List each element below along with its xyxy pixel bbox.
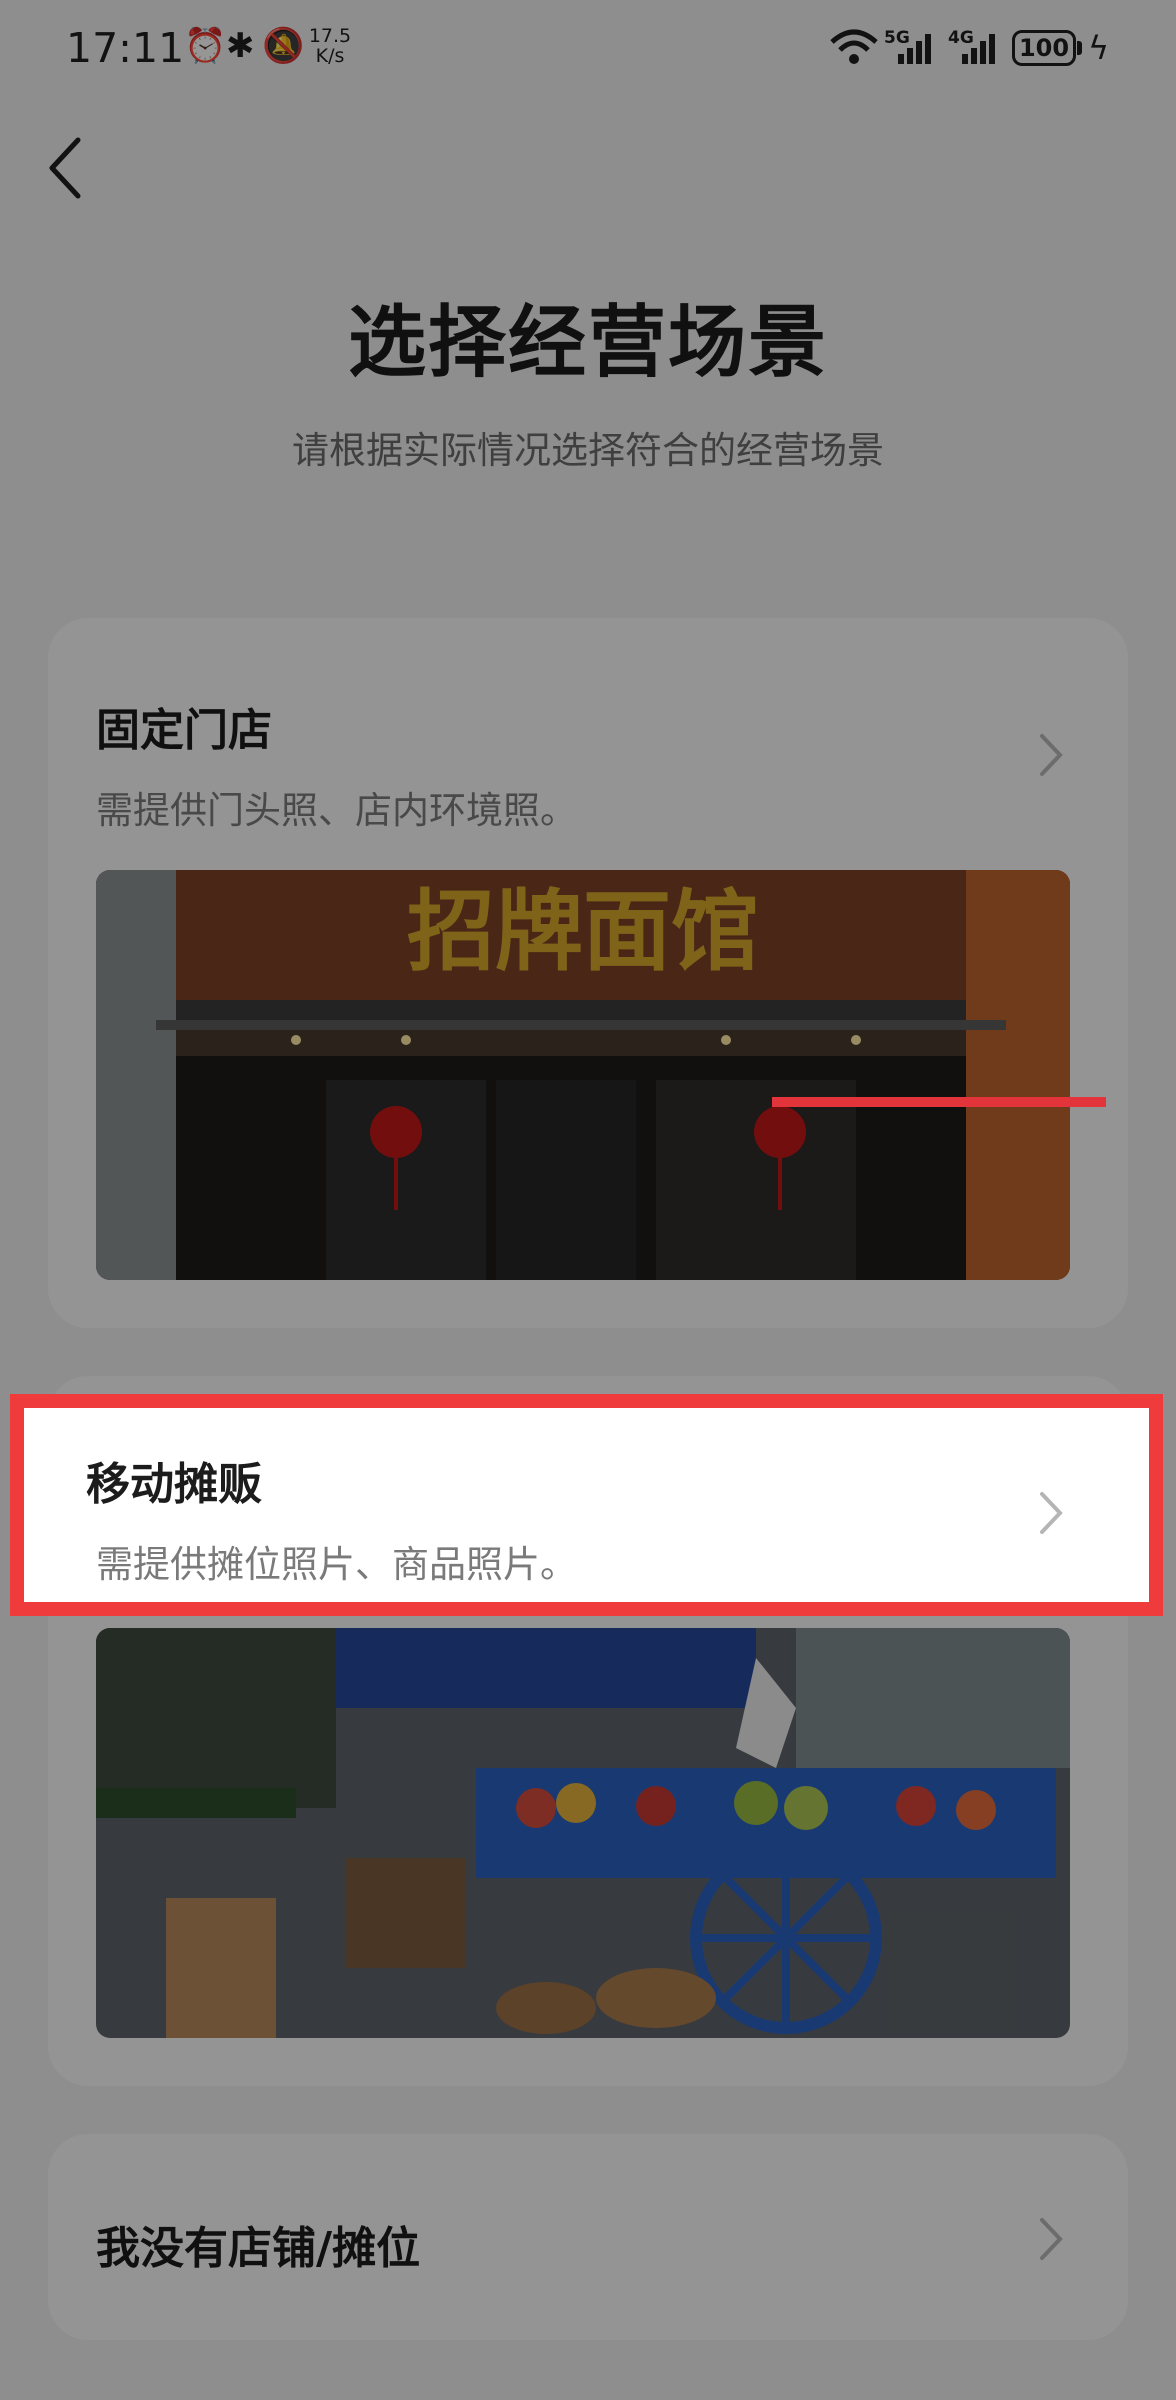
wifi-icon <box>830 29 878 64</box>
option-card-fixed-store[interactable]: 固定门店 需提供门头照、店内环境照。 招牌面馆 <box>48 618 1128 1328</box>
store-sign-text: 招牌面馆 <box>407 879 759 983</box>
signal-5g-icon: 5G <box>884 28 940 66</box>
battery-icon: 100 <box>1012 30 1076 66</box>
mute-icon: 🔕 <box>262 26 305 66</box>
back-button[interactable] <box>36 128 96 208</box>
option-description: 需提供门头照、店内环境照。 <box>96 789 577 832</box>
chevron-right-icon <box>1040 2218 1063 2260</box>
vendor-cart-image <box>96 1628 1070 2038</box>
annotation-line <box>772 1097 1106 1107</box>
network-speed: 17.5 K/s <box>308 25 352 67</box>
battery-nub <box>1077 41 1082 55</box>
page-subtitle: 请根据实际情况选择符合的经营场景 <box>292 429 884 472</box>
option-title: 固定门店 <box>96 705 272 756</box>
option-description-highlighted: 需提供摊位照片、商品照片。 <box>96 1543 577 1586</box>
chevron-right-icon <box>1040 734 1063 776</box>
store-front-image: 招牌面馆 <box>96 870 1070 1280</box>
chevron-right-icon <box>1040 1492 1063 1534</box>
option-title: 我没有店铺/摊位 <box>96 2223 421 2274</box>
page-title: 选择经营场景 <box>347 298 828 388</box>
status-time: 17:11 <box>66 24 185 72</box>
signal-4g-icon: 4G <box>948 28 1004 66</box>
option-card-no-shop[interactable]: 我没有店铺/摊位 <box>48 2134 1128 2340</box>
screen: 17:11 ⏰ ✱ 🔕 17.5 K/s 5G 4G 100 ϟ 选择经营场景 … <box>0 0 1176 2400</box>
status-bar: 17:11 ⏰ ✱ 🔕 17.5 K/s 5G 4G 100 ϟ <box>0 0 1176 100</box>
charging-icon: ϟ <box>1088 29 1110 67</box>
option-title-highlighted: 移动摊贩 <box>86 1459 262 1510</box>
bluetooth-icon: ✱ <box>226 26 255 66</box>
alarm-icon: ⏰ <box>184 26 227 66</box>
